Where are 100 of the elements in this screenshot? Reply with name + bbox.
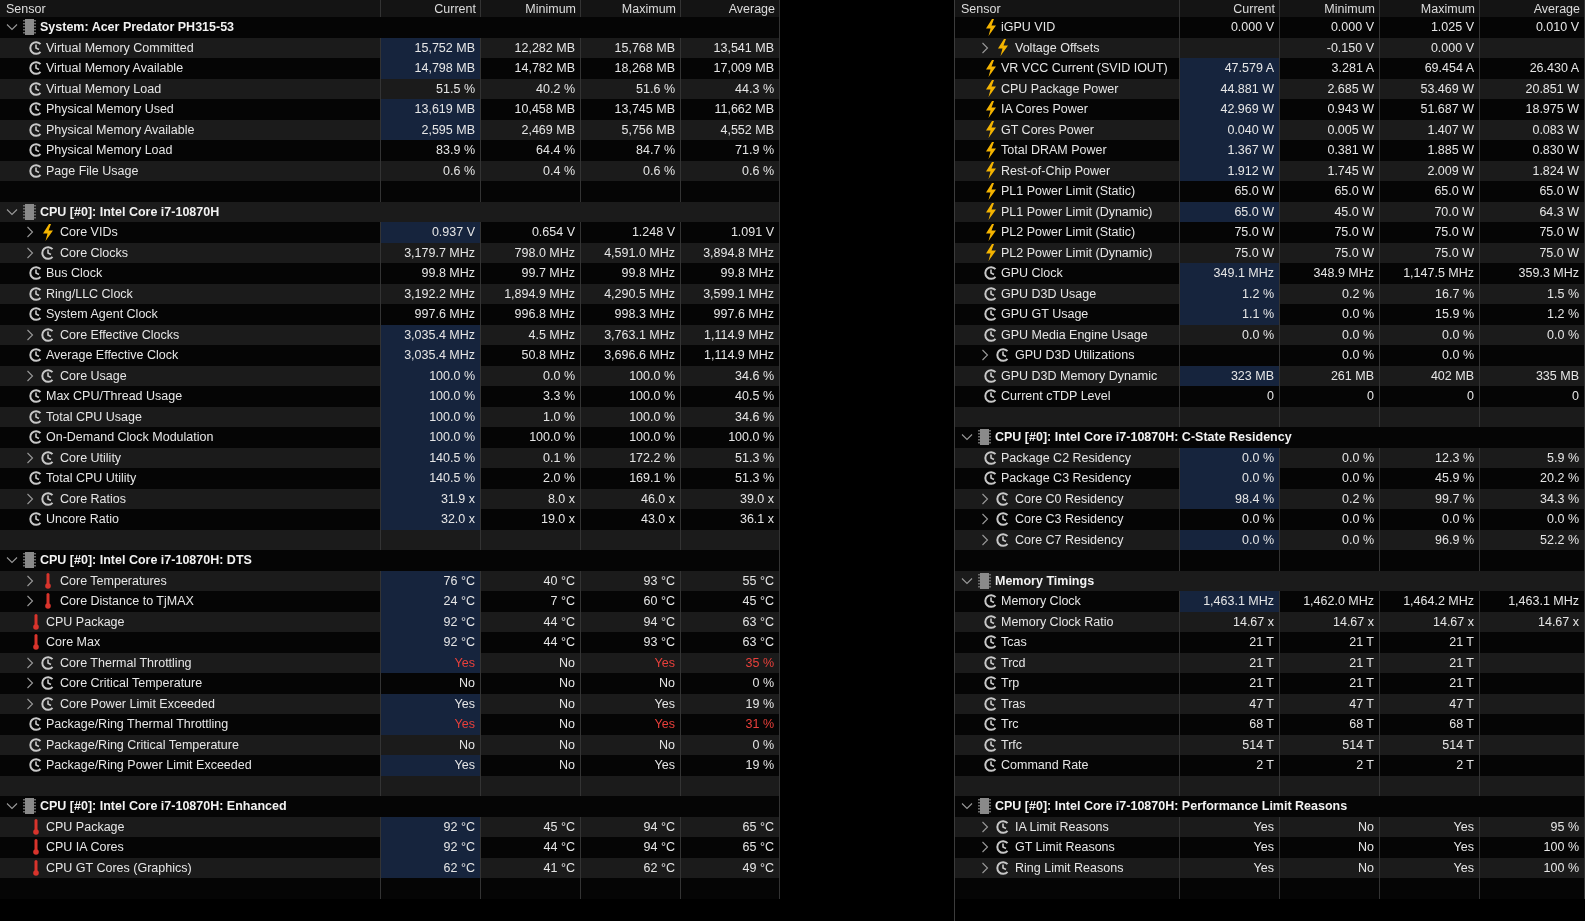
value-cell: 359.3 MHz bbox=[1480, 263, 1585, 284]
chevron-right-icon[interactable] bbox=[24, 656, 36, 669]
column-header[interactable]: Average bbox=[1480, 0, 1585, 17]
value-cell: 99.8 MHz bbox=[581, 263, 681, 284]
value-cell: 68 T bbox=[1280, 714, 1380, 735]
value-cell: 21 T bbox=[1380, 673, 1480, 694]
chevron-right-icon[interactable] bbox=[979, 841, 991, 854]
value-cell: 32.0 x bbox=[381, 509, 481, 530]
value-cell: 2 T bbox=[1180, 755, 1280, 776]
clock-icon bbox=[984, 758, 998, 773]
sensor-label: Core Power Limit Exceeded bbox=[60, 696, 215, 711]
thermometer-icon bbox=[33, 839, 39, 856]
value-cell: 21 T bbox=[1180, 632, 1280, 653]
value-cell: 0.0 % bbox=[1180, 468, 1280, 489]
value-cell: 1,462.0 MHz bbox=[1280, 591, 1380, 612]
sensor-label: GPU D3D Utilizations bbox=[1015, 348, 1135, 363]
group-title: CPU [#0]: Intel Core i7-10870H bbox=[40, 204, 220, 219]
value-cell: 51.687 W bbox=[1380, 99, 1480, 120]
chevron-right-icon[interactable] bbox=[24, 226, 36, 239]
clock-icon bbox=[984, 717, 998, 732]
lightning-bolt-icon bbox=[985, 100, 997, 118]
column-header[interactable]: Sensor bbox=[0, 0, 381, 17]
lightning-bolt-icon bbox=[985, 223, 997, 241]
chevron-right-icon[interactable] bbox=[979, 861, 991, 874]
column-header[interactable]: Maximum bbox=[581, 0, 681, 17]
value-cell: 92 °C bbox=[381, 837, 481, 858]
sensor-label: GT Limit Reasons bbox=[1015, 840, 1115, 855]
sensor-label: Core Usage bbox=[60, 368, 127, 383]
value-cell: 140.5 % bbox=[381, 447, 481, 468]
value-cell: 0.040 W bbox=[1180, 119, 1280, 140]
sensor-label: GPU Clock bbox=[1001, 266, 1063, 281]
value-cell: 0.0 % bbox=[1280, 345, 1380, 366]
value-cell: 0.0 % bbox=[1380, 345, 1480, 366]
sensor-label: IA Cores Power bbox=[1001, 102, 1088, 117]
chevron-right-icon[interactable] bbox=[24, 328, 36, 341]
value-cell: 1.885 W bbox=[1380, 140, 1480, 161]
column-header[interactable]: Sensor bbox=[955, 0, 1180, 17]
value-cell: 0.381 W bbox=[1280, 140, 1380, 161]
value-cell: 0.0 % bbox=[1280, 304, 1380, 325]
chevron-right-icon[interactable] bbox=[24, 574, 36, 587]
sensor-label: Core VIDs bbox=[60, 225, 118, 240]
chevron-right-icon[interactable] bbox=[979, 349, 991, 362]
chevron-right-icon[interactable] bbox=[979, 820, 991, 833]
lightning-bolt-icon bbox=[985, 121, 997, 139]
chip-icon bbox=[22, 203, 36, 220]
column-header[interactable]: Maximum bbox=[1380, 0, 1480, 17]
sensor-label: GPU GT Usage bbox=[1001, 307, 1089, 322]
value-cell: 21 T bbox=[1380, 632, 1480, 653]
chip-icon bbox=[22, 19, 36, 36]
chevron-right-icon[interactable] bbox=[979, 513, 991, 526]
sensor-label: GPU D3D Memory Dynamic bbox=[1001, 368, 1158, 383]
value-cell: 2 T bbox=[1280, 755, 1380, 776]
clock-icon bbox=[984, 471, 998, 486]
value-cell: 0.0 % bbox=[1480, 509, 1585, 530]
chevron-right-icon[interactable] bbox=[24, 451, 36, 464]
sensor-label: Bus Clock bbox=[46, 266, 103, 281]
column-header[interactable]: Minimum bbox=[1280, 0, 1380, 17]
value-cell: 19.0 x bbox=[481, 509, 581, 530]
sensor-label: Memory Clock Ratio bbox=[1001, 614, 1114, 629]
value-cell: 3,035.4 MHz bbox=[381, 345, 481, 366]
clock-icon bbox=[996, 512, 1010, 527]
clock-icon bbox=[29, 61, 43, 76]
value-cell: 18,268 MB bbox=[581, 58, 681, 79]
chevron-right-icon[interactable] bbox=[24, 492, 36, 505]
column-header[interactable]: Current bbox=[381, 0, 481, 17]
value-cell: 1.248 V bbox=[581, 222, 681, 243]
chip-icon bbox=[977, 798, 991, 815]
chevron-right-icon[interactable] bbox=[24, 595, 36, 608]
clock-icon bbox=[984, 327, 998, 342]
chevron-right-icon[interactable] bbox=[24, 697, 36, 710]
sensor-label: Package/Ring Critical Temperature bbox=[46, 737, 239, 752]
lightning-bolt-icon bbox=[985, 59, 997, 77]
column-header[interactable]: Minimum bbox=[481, 0, 581, 17]
value-cell: 68 T bbox=[1180, 714, 1280, 735]
column-header[interactable]: Current bbox=[1180, 0, 1280, 17]
chevron-right-icon[interactable] bbox=[979, 492, 991, 505]
sensor-label: GT Cores Power bbox=[1001, 122, 1094, 137]
value-cell: 68 T bbox=[1380, 714, 1480, 735]
value-cell: Yes bbox=[381, 755, 481, 776]
value-cell: 0.000 V bbox=[1280, 17, 1380, 38]
lightning-bolt-icon bbox=[985, 18, 997, 36]
chevron-right-icon[interactable] bbox=[24, 677, 36, 690]
sensor-label: Package C3 Residency bbox=[1001, 471, 1131, 486]
chevron-right-icon[interactable] bbox=[979, 533, 991, 546]
column-header[interactable]: Average bbox=[681, 0, 780, 17]
sensor-label: CPU IA Cores bbox=[46, 840, 124, 855]
value-cell: 65.0 W bbox=[1180, 201, 1280, 222]
sensor-label: iGPU VID bbox=[1001, 20, 1056, 35]
value-cell: 75.0 W bbox=[1380, 222, 1480, 243]
group-title: CPU [#0]: Intel Core i7-10870H: Performance Limit Reasons bbox=[995, 799, 1348, 814]
sensor-label: Tcas bbox=[1001, 635, 1027, 650]
sensor-label: Core Distance to TjMAX bbox=[60, 594, 194, 609]
chevron-right-icon[interactable] bbox=[979, 41, 991, 54]
value-cell: 1.2 % bbox=[1480, 304, 1585, 325]
chevron-right-icon[interactable] bbox=[24, 246, 36, 259]
sensor-label: Trfc bbox=[1001, 737, 1023, 752]
value-cell: 83.9 % bbox=[381, 140, 481, 161]
chevron-right-icon[interactable] bbox=[24, 369, 36, 382]
sensor-label: Memory Clock bbox=[1001, 594, 1081, 609]
sensor-label: Total DRAM Power bbox=[1001, 143, 1107, 158]
